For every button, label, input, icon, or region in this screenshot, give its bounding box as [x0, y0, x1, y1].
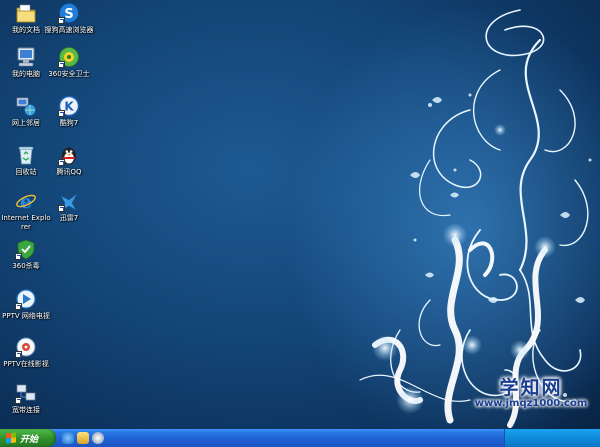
desktop-icon-label: 腾讯QQ	[56, 168, 82, 176]
desktop-icon-label: 360杀毒	[12, 262, 40, 270]
desktop-icon-label: 360安全卫士	[48, 70, 90, 78]
my-computer-icon	[15, 46, 37, 68]
desktop-icon-qq[interactable]: 腾讯QQ	[43, 144, 95, 177]
360-safe-icon	[58, 46, 80, 68]
shortcut-arrow-icon	[58, 17, 65, 24]
broadband-connection-icon	[15, 382, 37, 404]
360-antivirus-icon	[15, 238, 37, 260]
desktop-icon-pptv[interactable]: PPTV 网络电视	[0, 288, 52, 321]
desktop-icon-sogou-browser[interactable]: S 搜狗高速浏览器	[43, 2, 95, 35]
shortcut-arrow-icon	[58, 205, 65, 212]
recycle-bin-icon	[15, 144, 37, 166]
desktop-icon-xunlei[interactable]: 迅雷7	[43, 190, 95, 223]
taskbar: 开始	[0, 429, 600, 447]
sogou-browser-icon: S	[58, 2, 80, 24]
desktop-icon-label: 迅雷7	[59, 214, 79, 222]
svg-text:K: K	[64, 100, 74, 114]
media-quicklaunch-icon[interactable]	[92, 432, 104, 444]
pptv-icon	[15, 288, 37, 310]
desktop-icon-label: 搜狗高速浏览器	[44, 26, 94, 34]
internet-explorer-icon: e	[15, 190, 37, 213]
svg-text:S: S	[64, 7, 73, 22]
shortcut-arrow-icon	[15, 397, 22, 404]
my-documents-icon	[15, 2, 37, 24]
desktop-icon-label: PPTV在线影视	[3, 360, 49, 368]
folder-quicklaunch-icon[interactable]	[77, 432, 89, 444]
ie-quicklaunch-icon[interactable]	[62, 432, 74, 444]
desktop-icon-pptv-online[interactable]: PPTV在线影视	[0, 336, 52, 369]
windows-logo-icon	[6, 432, 16, 444]
desktop-icon-360-antivirus[interactable]: 360杀毒	[0, 238, 52, 271]
site-watermark: 学知网 www.jmqz1000.com	[468, 373, 594, 409]
kugou-icon: K	[58, 95, 80, 117]
shortcut-arrow-icon	[15, 351, 22, 358]
xunlei-icon	[58, 190, 80, 212]
desktop-icon-broadband-connection[interactable]: 宽带连接	[0, 382, 52, 415]
desktop-icon-label: PPTV 网络电视	[2, 312, 50, 320]
shortcut-arrow-icon	[15, 253, 22, 260]
shortcut-arrow-icon	[58, 159, 65, 166]
shortcut-arrow-icon	[15, 303, 22, 310]
shortcut-arrow-icon	[58, 110, 65, 117]
shortcut-arrow-icon	[58, 61, 65, 68]
system-tray	[504, 429, 600, 447]
desktop-icon-kugou[interactable]: K 酷狗7	[43, 95, 95, 128]
desktop-icon-label: 酷狗7	[59, 119, 79, 127]
desktop: 我的文档 我的电脑 网上邻居 回收站 e Internet Explorer 3…	[0, 0, 600, 429]
desktop-icon-360-safe[interactable]: 360安全卫士	[43, 46, 95, 79]
start-button[interactable]: 开始	[0, 429, 56, 447]
watermark-url: www.jmqz1000.com	[474, 398, 588, 409]
start-label: 开始	[20, 434, 39, 445]
network-places-icon	[15, 95, 37, 117]
svg-text:e: e	[20, 191, 32, 212]
watermark-title: 学知网	[499, 377, 563, 399]
qq-penguin-icon	[58, 144, 80, 166]
pptv-online-icon	[15, 336, 37, 358]
desktop-icon-label: 宽带连接	[12, 406, 40, 414]
